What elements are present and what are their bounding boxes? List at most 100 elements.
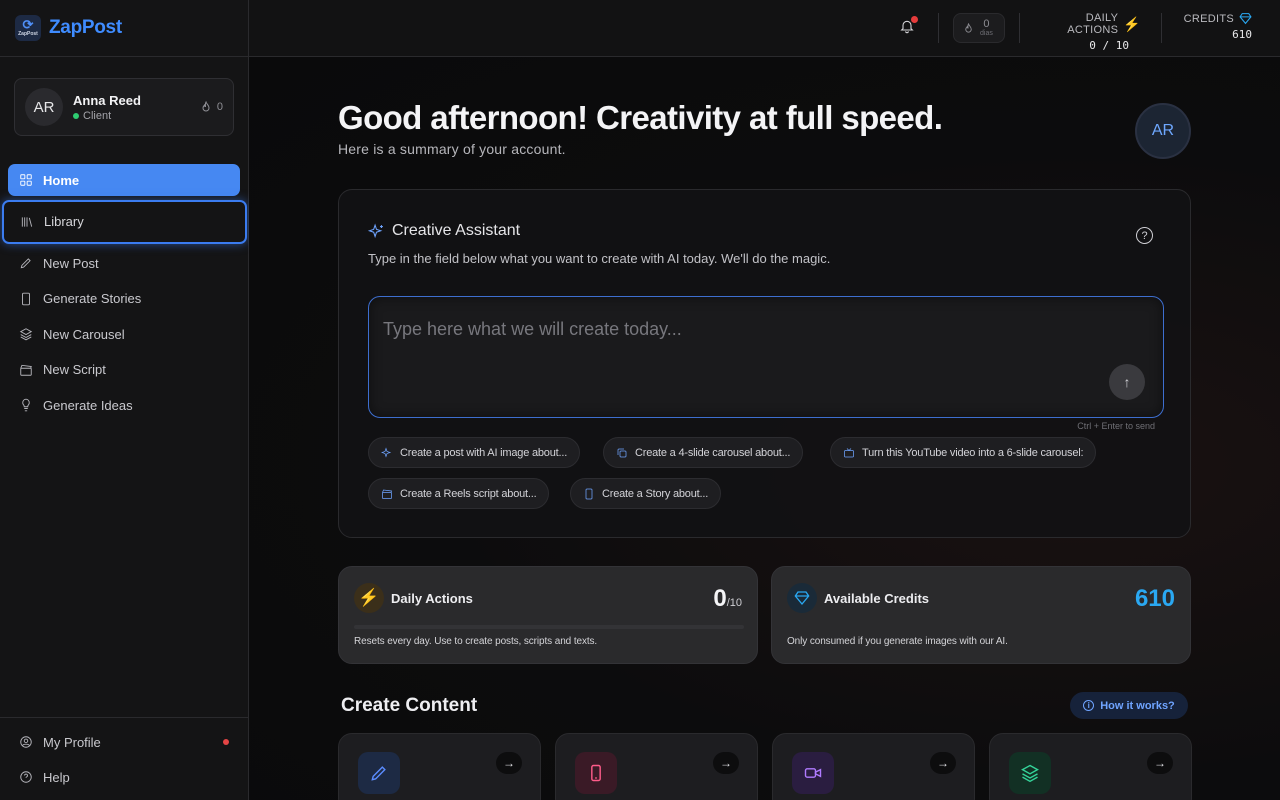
suggestion-chip-youtube[interactable]: Turn this YouTube video into a 6-slide c… xyxy=(830,437,1097,468)
creative-assistant-panel: Creative Assistant ? Type in the field b… xyxy=(338,189,1191,538)
avatar: AR xyxy=(25,88,63,126)
arrow-right-icon: → xyxy=(713,752,739,774)
credits-card: Available Credits 610 Only consumed if y… xyxy=(771,566,1191,664)
nav-item-new-carousel[interactable]: New Carousel xyxy=(8,318,241,350)
online-status-dot xyxy=(73,112,79,119)
daily-actions-title: Daily Actions xyxy=(391,591,473,606)
prompt-placeholder: Type here what we will create today... xyxy=(383,319,682,339)
days-streak-pill[interactable]: 0 dias xyxy=(953,13,1005,43)
create-carousel-card[interactable]: → xyxy=(989,733,1192,800)
divider xyxy=(1161,13,1162,43)
notifications-button[interactable] xyxy=(899,16,919,38)
user-circle-icon xyxy=(20,736,32,748)
clapper-icon xyxy=(20,364,32,376)
suggestion-chip-carousel[interactable]: Create a 4-slide carousel about... xyxy=(603,437,804,468)
phone-icon xyxy=(22,292,30,305)
pencil-icon xyxy=(358,752,400,794)
diamond-icon xyxy=(787,583,817,613)
library-icon xyxy=(21,216,33,227)
credits-title: Available Credits xyxy=(824,591,930,606)
credits-value: 610 xyxy=(1232,28,1252,41)
nav-item-home[interactable]: Home xyxy=(8,164,240,196)
video-icon xyxy=(792,752,834,794)
nav-item-my-profile[interactable]: My Profile xyxy=(8,726,241,758)
page-title: Good afternoon! Creativity at full speed… xyxy=(338,99,943,136)
brand-name: ZapPost xyxy=(49,17,122,38)
days-label: dias xyxy=(980,30,993,37)
user-role: Client xyxy=(73,110,200,122)
nav-item-new-post[interactable]: New Post xyxy=(8,247,241,279)
notification-dot xyxy=(911,16,918,23)
credits-count: 610 xyxy=(1134,585,1175,612)
tv-icon xyxy=(844,447,854,457)
create-content-title: Create Content xyxy=(341,695,478,716)
grid-icon xyxy=(20,174,32,186)
suggestion-chip-ai-post[interactable]: Create a post with AI image about... xyxy=(368,437,581,468)
arrow-right-icon: → xyxy=(1147,752,1173,774)
daily-actions-card: ⚡ Daily Actions 0/10 Resets every day. U… xyxy=(338,566,758,664)
assistant-title: Creative Assistant xyxy=(368,222,520,240)
brand-logo: ⟳ ZapPost xyxy=(15,15,41,41)
daily-actions-metric: DAILY ACTIONS ⚡ 0 / 10 xyxy=(1034,12,1141,52)
help-icon[interactable]: ? xyxy=(1136,227,1153,244)
lightning-icon: ⚡ xyxy=(1123,15,1141,32)
nav-item-label: Help xyxy=(43,769,70,785)
lightning-icon: ⚡ xyxy=(354,583,384,613)
credits-metric: CREDITS 610 xyxy=(1179,12,1252,42)
nav-item-label: Generate Ideas xyxy=(43,397,133,413)
assistant-subtitle: Type in the field below what you want to… xyxy=(368,251,831,266)
help-icon xyxy=(20,771,32,783)
nav-item-generate-ideas[interactable]: Generate Ideas xyxy=(8,389,241,421)
nav-item-label: New Carousel xyxy=(43,326,125,342)
sidebar: ⟳ ZapPost ZapPost AR Anna Reed Client 0 … xyxy=(0,0,249,800)
create-story-card[interactable]: → xyxy=(555,733,758,800)
profile-avatar[interactable]: AR xyxy=(1135,103,1191,159)
flame-icon xyxy=(965,22,972,33)
streak-counter: 0 xyxy=(200,101,223,113)
nav-item-new-script[interactable]: New Script xyxy=(8,354,241,386)
sidebar-footer: My Profile Help xyxy=(0,717,249,796)
info-icon: i xyxy=(1083,700,1095,711)
how-it-works-button[interactable]: i How it works? xyxy=(1070,692,1188,719)
brand[interactable]: ⟳ ZapPost ZapPost xyxy=(0,0,248,57)
main-nav: Home Library New Post Generate Stories N… xyxy=(0,164,249,425)
arrow-right-icon: → xyxy=(496,752,522,774)
suggestion-chip-reels[interactable]: Create a Reels script about... xyxy=(368,478,550,509)
user-name: Anna Reed xyxy=(73,92,141,108)
pencil-icon xyxy=(20,258,31,269)
daily-actions-count: 0/10 xyxy=(713,585,742,612)
main-content: Good afternoon! Creativity at full speed… xyxy=(249,57,1280,800)
create-post-card[interactable]: → xyxy=(338,733,541,800)
nav-item-label: Library xyxy=(44,214,84,229)
flame-icon xyxy=(202,101,210,112)
layers-icon xyxy=(1009,752,1051,794)
divider xyxy=(1019,13,1020,43)
phone-icon xyxy=(585,488,593,499)
diamond-icon xyxy=(1239,13,1252,25)
bulb-icon xyxy=(22,398,30,412)
sparkles-icon xyxy=(381,446,392,458)
nav-item-label: New Post xyxy=(43,255,99,271)
notification-dot xyxy=(223,739,229,745)
create-video-card[interactable]: → xyxy=(772,733,975,800)
page-subtitle: Here is a summary of your account. xyxy=(338,141,566,157)
prompt-input[interactable]: Type here what we will create today... ↑ xyxy=(368,296,1164,418)
nav-item-generate-stories[interactable]: Generate Stories xyxy=(8,283,241,315)
nav-item-library[interactable]: Library xyxy=(2,199,247,244)
layers-icon xyxy=(19,328,33,341)
phone-icon xyxy=(575,752,617,794)
send-button[interactable]: ↑ xyxy=(1109,364,1145,400)
clapper-icon xyxy=(382,489,393,499)
nav-item-label: New Script xyxy=(43,362,106,377)
daily-actions-value: 0 / 10 xyxy=(1089,39,1129,52)
send-hint: Ctrl + Enter to send xyxy=(1077,421,1155,431)
daily-actions-desc: Resets every day. Use to create posts, s… xyxy=(354,636,598,647)
daily-actions-progress xyxy=(354,625,744,629)
nav-item-help[interactable]: Help xyxy=(8,761,241,793)
daily-actions-label: DAILY ACTIONS xyxy=(1067,12,1119,36)
top-bar: 0 dias DAILY ACTIONS ⚡ 0 / 10 CREDITS 610 xyxy=(249,0,1280,57)
nav-item-label: My Profile xyxy=(43,734,101,750)
divider xyxy=(938,13,939,43)
suggestion-chip-story[interactable]: Create a Story about... xyxy=(570,478,722,509)
user-card[interactable]: AR Anna Reed Client 0 xyxy=(14,78,234,136)
